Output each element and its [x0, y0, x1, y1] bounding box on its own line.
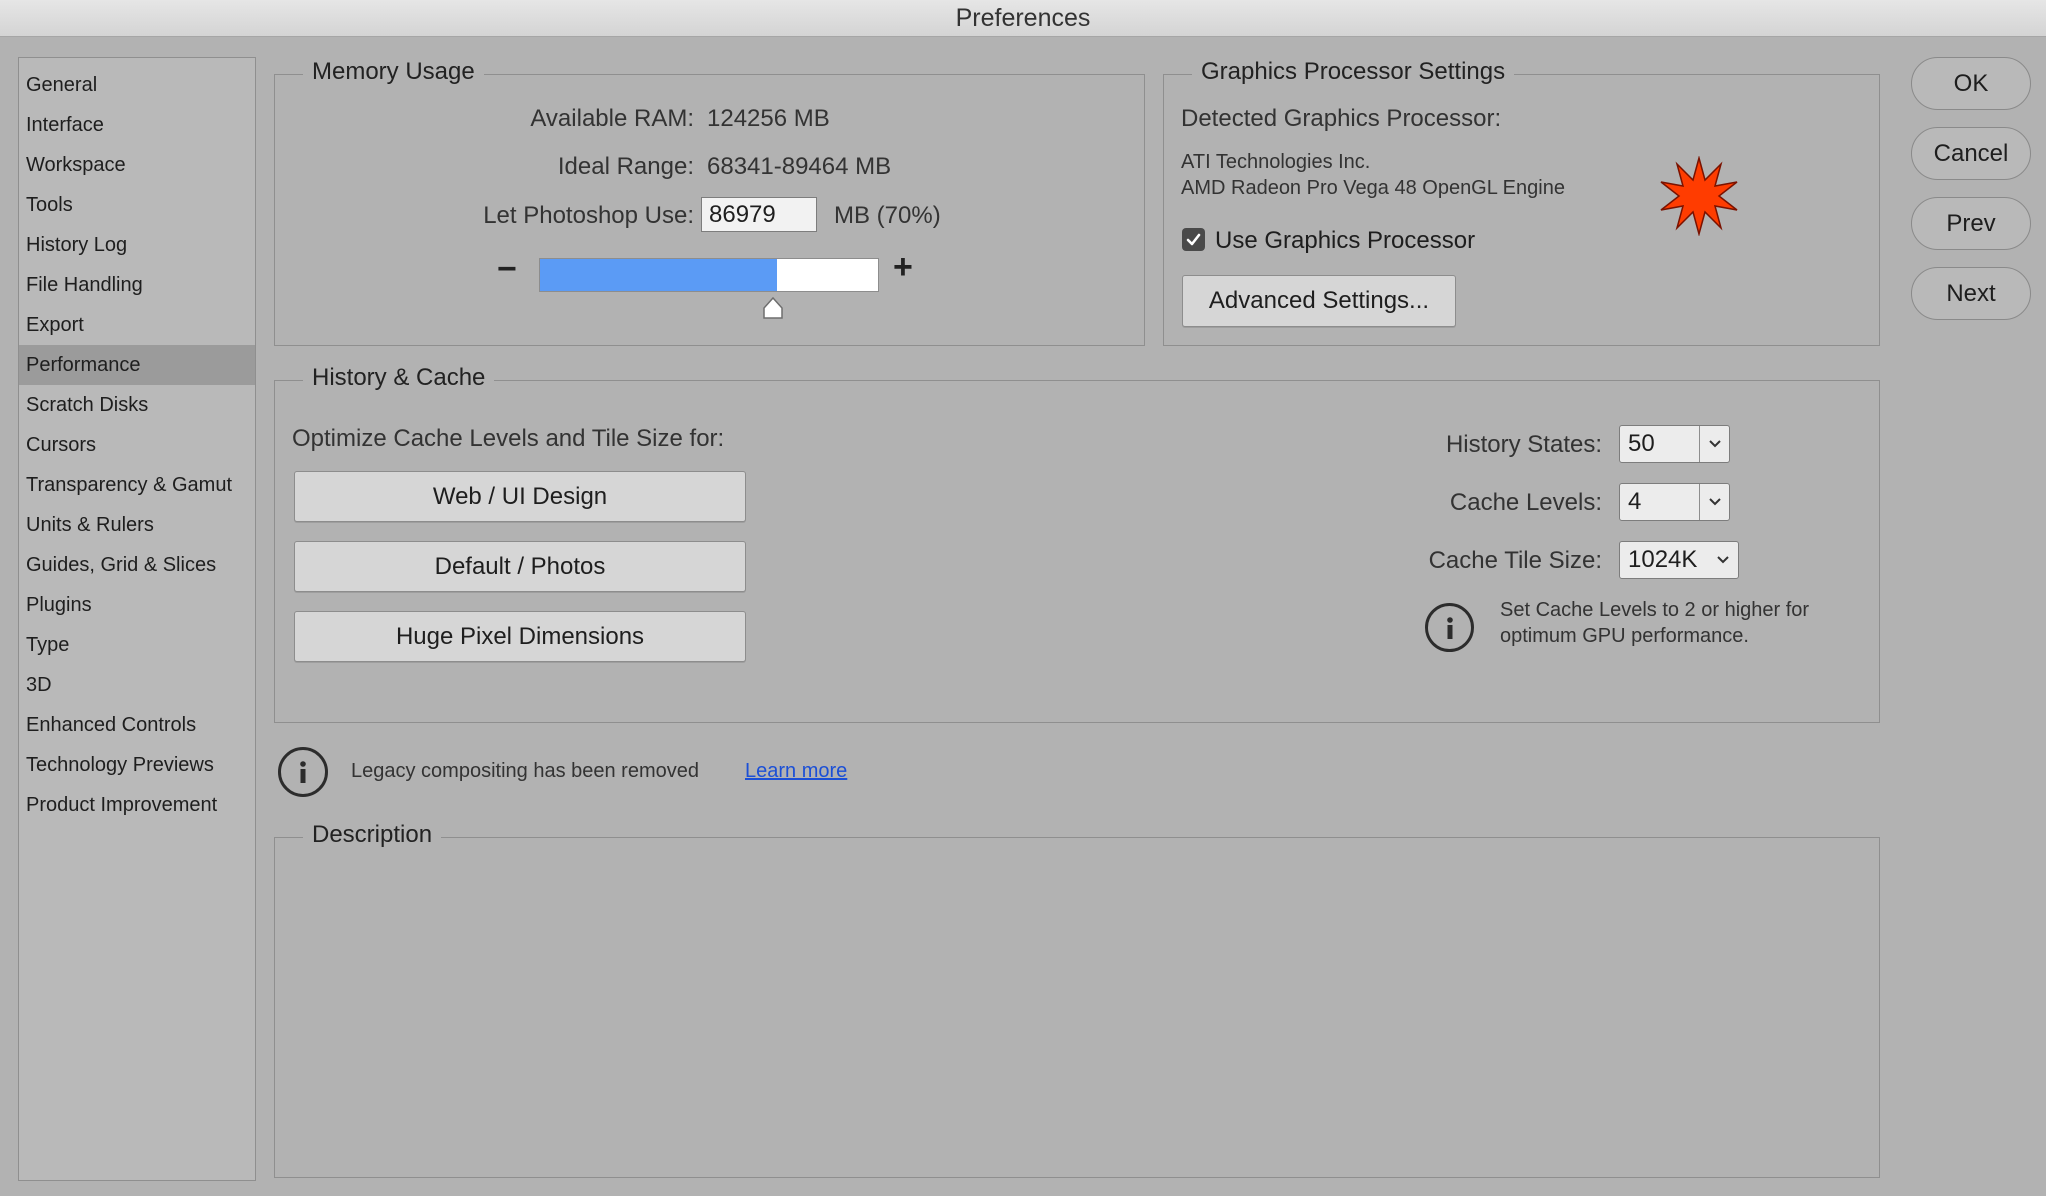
photoshop-use-input[interactable]: 86979 [701, 197, 817, 232]
learn-more-link[interactable]: Learn more [745, 760, 847, 783]
sidebar-item-plugins[interactable]: Plugins [19, 585, 255, 625]
window-title: Preferences [955, 3, 1091, 32]
cache-hint-line2: optimum GPU performance. [1500, 625, 1749, 647]
cache-levels-select[interactable]: 4 [1619, 483, 1730, 521]
preferences-sidebar: General Interface Workspace Tools Histor… [18, 57, 256, 1181]
available-ram-value: 124256 MB [707, 105, 830, 132]
sidebar-item-transparency-gamut[interactable]: Transparency & Gamut [19, 465, 255, 505]
preset-web-ui-design-button[interactable]: Web / UI Design [294, 471, 746, 522]
gpu-model: AMD Radeon Pro Vega 48 OpenGL Engine [1181, 177, 1565, 199]
sidebar-item-3d[interactable]: 3D [19, 665, 255, 705]
sidebar-item-workspace[interactable]: Workspace [19, 145, 255, 185]
use-gpu-label[interactable]: Use Graphics Processor [1215, 227, 1475, 255]
cache-hint-line1: Set Cache Levels to 2 or higher for [1500, 599, 1810, 621]
cache-tile-size-select[interactable]: 1024K [1619, 541, 1739, 579]
memory-slider-thumb[interactable] [761, 296, 785, 320]
photoshop-use-input-value: 86979 [709, 200, 776, 228]
ok-button[interactable]: OK [1911, 57, 2031, 110]
window-title-bar: Preferences [0, 0, 2046, 37]
memory-slider-track[interactable] [539, 258, 879, 292]
sidebar-item-cursors[interactable]: Cursors [19, 425, 255, 465]
cache-levels-value: 4 [1628, 488, 1642, 515]
sidebar-item-general[interactable]: General [19, 65, 255, 105]
detected-gpu-label: Detected Graphics Processor: [1181, 105, 1502, 132]
sidebar-item-units-rulers[interactable]: Units & Rulers [19, 505, 255, 545]
sidebar-item-enhanced-controls[interactable]: Enhanced Controls [19, 705, 255, 745]
sidebar-item-file-handling[interactable]: File Handling [19, 265, 255, 305]
chevron-down-icon [1699, 426, 1729, 462]
memory-slider-fill [540, 259, 777, 291]
sidebar-item-export[interactable]: Export [19, 305, 255, 345]
cache-levels-label: Cache Levels: [1449, 489, 1602, 516]
cache-tile-size-label: Cache Tile Size: [1428, 547, 1602, 574]
use-gpu-checkbox[interactable] [1182, 228, 1205, 251]
description-group: Description [274, 821, 1880, 1178]
ideal-range-label: Ideal Range: [557, 153, 694, 180]
sidebar-item-performance[interactable]: Performance [19, 345, 255, 385]
sidebar-item-guides-grid-slices[interactable]: Guides, Grid & Slices [19, 545, 255, 585]
cancel-button[interactable]: Cancel [1911, 127, 2031, 180]
preset-huge-pixel-dimensions-button[interactable]: Huge Pixel Dimensions [294, 611, 746, 662]
sidebar-item-interface[interactable]: Interface [19, 105, 255, 145]
sidebar-item-tools[interactable]: Tools [19, 185, 255, 225]
memory-increase-button[interactable]: + [893, 248, 913, 287]
chevron-down-icon [1716, 555, 1738, 565]
cache-tile-size-value: 1024K [1628, 546, 1698, 573]
sidebar-item-history-log[interactable]: History Log [19, 225, 255, 265]
advanced-settings-button[interactable]: Advanced Settings... [1182, 275, 1456, 327]
sidebar-item-scratch-disks[interactable]: Scratch Disks [19, 385, 255, 425]
memory-usage-title: Memory Usage [303, 58, 484, 86]
memory-usage-group: Memory Usage Available RAM: 124256 MB Id… [274, 58, 1145, 346]
photoshop-use-unit: MB (70%) [834, 202, 941, 229]
memory-decrease-button[interactable]: − [497, 250, 517, 289]
prev-button[interactable]: Prev [1911, 197, 2031, 250]
history-states-label: History States: [1445, 431, 1602, 458]
legacy-info-icon [278, 747, 328, 797]
available-ram-label: Available RAM: [530, 105, 694, 132]
sidebar-item-product-improvement[interactable]: Product Improvement [19, 785, 255, 825]
history-states-select[interactable]: 50 [1619, 425, 1730, 463]
sidebar-item-type[interactable]: Type [19, 625, 255, 665]
history-cache-group: History & Cache Optimize Cache Levels an… [274, 364, 1880, 723]
preset-default-photos-button[interactable]: Default / Photos [294, 541, 746, 592]
info-icon [1425, 603, 1474, 652]
history-states-value: 50 [1628, 430, 1655, 457]
legacy-compositing-message: Legacy compositing has been removed [351, 760, 699, 782]
gpu-status-star-icon [1660, 156, 1738, 236]
photoshop-use-label: Let Photoshop Use: [483, 202, 694, 229]
gpu-settings-group: Graphics Processor Settings Detected Gra… [1163, 58, 1880, 346]
ideal-range-value: 68341-89464 MB [707, 153, 892, 180]
description-title: Description [303, 821, 442, 849]
optimize-cache-label: Optimize Cache Levels and Tile Size for: [292, 425, 725, 452]
history-cache-title: History & Cache [303, 364, 495, 392]
gpu-vendor: ATI Technologies Inc. [1181, 151, 1371, 173]
chevron-down-icon [1699, 484, 1729, 520]
gpu-settings-title: Graphics Processor Settings [1192, 58, 1515, 86]
sidebar-item-technology-previews[interactable]: Technology Previews [19, 745, 255, 785]
checkmark-icon [1186, 233, 1201, 246]
next-button[interactable]: Next [1911, 267, 2031, 320]
